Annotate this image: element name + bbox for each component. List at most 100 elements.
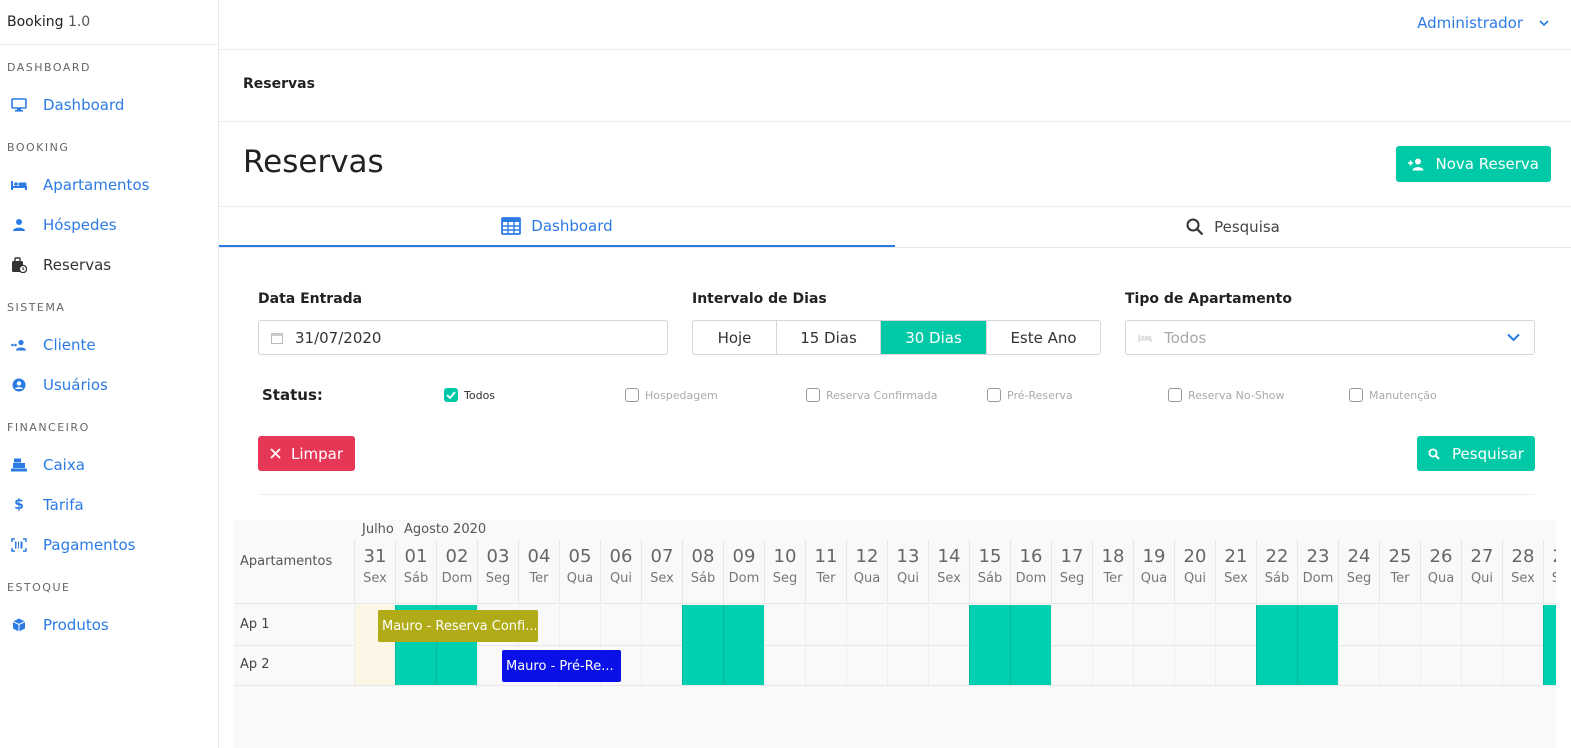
calendar-cell[interactable] [1051,605,1092,645]
sidebar-item-reservas[interactable]: Reservas [0,245,218,285]
breadcrumb[interactable]: Reservas [243,76,315,92]
calendar-cell[interactable] [1502,645,1543,685]
sidebar: Booking 1.0 DASHBOARD Dashboard BOOKING … [0,0,219,748]
calendar-cell[interactable] [723,645,764,685]
calendar-cell[interactable] [1174,605,1215,645]
calendar-cell[interactable] [928,645,969,685]
sidebar-item-usuarios[interactable]: Usuários [0,365,218,405]
calendar-cell[interactable] [969,605,1010,645]
sidebar-item-tarifa[interactable]: $ Tarifa [0,485,218,525]
date-input[interactable]: 31/07/2020 [258,320,668,355]
calendar-cell[interactable] [1215,645,1256,685]
status-no-show-checkbox[interactable]: Reserva No-Show [1168,388,1285,402]
calendar-cell[interactable] [1338,605,1379,645]
sidebar-item-hospedes[interactable]: Hóspedes [0,205,218,245]
luggage-icon [11,257,27,273]
weekday-label: Dom [1302,571,1334,586]
calendar-cell[interactable] [805,645,846,685]
day-number: 19 [1142,546,1166,567]
calendar-cell[interactable] [1051,645,1092,685]
type-label: Tipo de Apartamento [1125,291,1292,307]
calendar-cell[interactable] [1297,645,1338,685]
sidebar-item-produtos[interactable]: Produtos [0,605,218,645]
calendar-cell[interactable] [846,645,887,685]
interval-hoje[interactable]: Hoje [693,321,777,354]
calendar-cell[interactable] [846,605,887,645]
interval-15-dias[interactable]: 15 Dias [777,321,881,354]
calendar-cell[interactable] [1256,645,1297,685]
status-reserva-confirmada-checkbox[interactable]: Reserva Confirmada [806,388,938,402]
calendar-cell[interactable] [928,605,969,645]
booking-block-pre-reserva[interactable]: Mauro - Pré-Re... [502,650,621,682]
day-number: 13 [896,546,920,567]
clear-button[interactable]: Limpar [258,436,355,471]
calendar-cell[interactable] [395,645,436,685]
booking-block-reserva-confirmada[interactable]: Mauro - Reserva Confi... [378,610,538,642]
sidebar-item-label: Caixa [43,456,85,474]
user-menu[interactable]: Administrador [1417,14,1549,32]
calendar-cell[interactable] [1092,605,1133,645]
calendar-cell[interactable] [436,645,477,685]
calendar-cell[interactable] [1092,645,1133,685]
calendar-cell[interactable] [682,645,723,685]
type-select[interactable]: Todos [1125,320,1535,355]
status-pre-reserva-checkbox[interactable]: Pré-Reserva [987,388,1073,402]
checkbox-label: Hospedagem [645,388,718,402]
status-todos-checkbox[interactable]: Todos [444,388,495,402]
calendar-cell[interactable] [1010,605,1051,645]
calendar-cell[interactable] [1133,645,1174,685]
calendar-cell[interactable] [1379,645,1420,685]
day-column-header: 27 Qui [1461,540,1502,604]
day-number: 24 [1347,546,1371,567]
barcode-scan-icon [11,537,27,553]
calendar-cell[interactable] [1174,645,1215,685]
status-manutencao-checkbox[interactable]: Manutenção [1349,388,1437,402]
calendar-cell[interactable] [1338,645,1379,685]
calendar-cell[interactable] [1297,605,1338,645]
weekday-label: Sex [1511,571,1535,586]
calendar-cell[interactable] [682,605,723,645]
brand[interactable]: Booking 1.0 [0,0,218,45]
calendar-cell[interactable] [641,645,682,685]
calendar-cell[interactable] [887,605,928,645]
sidebar-section-dashboard: DASHBOARD [7,61,92,74]
tab-dashboard[interactable]: Dashboard [219,207,895,247]
calendar-cell[interactable] [600,605,641,645]
calendar-cell[interactable] [1256,605,1297,645]
calendar-cell[interactable] [1543,645,1556,685]
sidebar-item-caixa[interactable]: Caixa [0,445,218,485]
calendar-cell[interactable] [1502,605,1543,645]
calendar-cell[interactable] [641,605,682,645]
new-booking-button[interactable]: Nova Reserva [1395,146,1551,182]
calendar-cell[interactable] [1133,605,1174,645]
sidebar-item-cliente[interactable]: Cliente [0,325,218,365]
calendar-cell[interactable] [354,645,395,685]
calendar-cell[interactable] [1461,605,1502,645]
calendar-cell[interactable] [723,605,764,645]
interval-30-dias[interactable]: 30 Dias [881,321,987,354]
calendar-cell[interactable] [764,605,805,645]
calendar-cell[interactable] [764,645,805,685]
calendar-cell[interactable] [805,605,846,645]
sidebar-item-dashboard[interactable]: Dashboard [0,85,218,125]
calendar-cell[interactable] [887,645,928,685]
calendar-cell[interactable] [1543,605,1556,645]
calendar-cell[interactable] [1420,645,1461,685]
calendar-cell[interactable] [1010,645,1051,685]
status-hospedagem-checkbox[interactable]: Hospedagem [625,388,718,402]
day-number: 04 [527,546,551,567]
interval-este-ano[interactable]: Este Ano [987,321,1100,354]
day-number: 01 [404,546,428,567]
page-header: Reservas Nova Reserva [219,122,1571,207]
calendar-cell[interactable] [559,605,600,645]
calendar-cell[interactable] [1420,605,1461,645]
calendar-cell[interactable] [1379,605,1420,645]
sidebar-item-apartamentos[interactable]: Apartamentos [0,165,218,205]
sidebar-item-label: Cliente [43,336,96,354]
calendar-cell[interactable] [969,645,1010,685]
sidebar-item-pagamentos[interactable]: Pagamentos [0,525,218,565]
calendar-cell[interactable] [1215,605,1256,645]
tab-pesquisa[interactable]: Pesquisa [895,207,1571,247]
calendar-cell[interactable] [1461,645,1502,685]
search-button[interactable]: Pesquisar [1417,436,1535,471]
